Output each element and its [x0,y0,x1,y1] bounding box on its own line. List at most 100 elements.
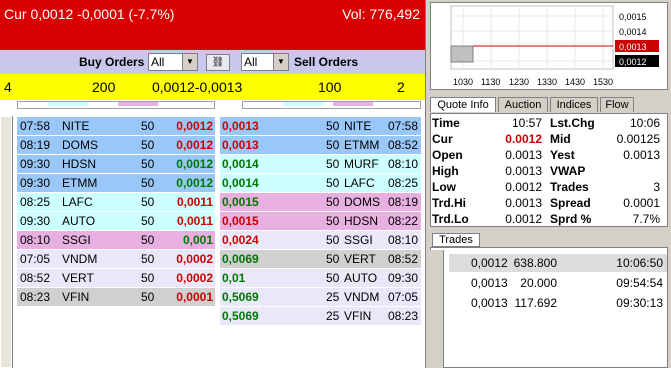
trade-row[interactable]: 0,0013 20.000 09:54:54 [449,274,667,292]
buy-order-row[interactable]: 07:05 VNDM 50 0,0002 [17,250,215,268]
order-price: 0,0012 [176,138,213,152]
buy-order-row[interactable]: 08:25 LAFC 50 0,0011 [17,193,215,211]
x-tick-label: 1130 [481,77,500,87]
order-time: 08:52 [387,252,418,266]
sell-order-row[interactable]: 0,0015 50 DOMS 08:19 [220,193,421,211]
price-candle [450,45,474,63]
sell-order-row[interactable]: 0,0069 50 VERT 08:52 [220,250,421,268]
order-time: 07:58 [387,119,418,133]
depth-segment [48,102,88,106]
sell-orders-label: Sell Orders [294,55,359,69]
order-time: 08:10 [20,233,51,247]
order-size: 50 [326,157,340,171]
tab-indices[interactable]: Indices [550,97,598,112]
market-maker: LAFC [344,176,375,190]
sell-order-row[interactable]: 0,5069 25 VNDM 07:05 [220,288,421,306]
tab-trades[interactable]: Trades [432,233,480,247]
buy-order-row[interactable]: 09:30 AUTO 50 0,0011 [17,212,215,230]
quote-value: 10:57 [511,116,542,130]
tab-auction[interactable]: Auction [498,97,548,112]
trade-row[interactable]: 0,0012 638.800 10:06:50 [449,254,667,272]
sell-order-row[interactable]: 0,0014 50 LAFC 08:25 [220,174,421,192]
order-size: 50 [141,271,155,285]
sell-order-row[interactable]: 0,0013 50 NITE 07:58 [220,117,421,135]
quote-info-grid: Time 10:57 Lst.Chg 10:06 Cur 0.0012 Mid 0.00125… [430,113,668,227]
buy-order-row[interactable]: 08:19 DOMS 50 0,0012 [17,136,215,154]
trade-volume: 638.800 [513,256,557,270]
order-price: 0,0015 [222,195,259,209]
buy-order-row[interactable]: 08:23 VFIN 50 0,0001 [17,288,215,306]
order-price: 0,0002 [176,252,213,266]
order-time: 08:19 [20,138,51,152]
buy-order-row[interactable]: 09:30 ETMM 50 0,0012 [17,174,215,192]
link-icon[interactable]: ⛓ [206,54,230,71]
current-price-title: Cur 0,0012 -0,0001 (-7.7%) [4,6,175,22]
order-price: 0,0013 [222,119,259,133]
market-maker: VERT [62,271,94,285]
market-maker: SSGI [62,233,91,247]
order-book-scrollbar[interactable] [0,116,13,368]
order-price: 0,0014 [222,176,259,190]
sell-order-row[interactable]: 0,5069 25 VFIN 08:23 [220,307,421,325]
order-size: 50 [141,138,155,152]
order-time: 08:52 [20,271,51,285]
market-maker: VFIN [62,290,90,304]
quote-value: 3 [653,180,660,194]
sell-order-row[interactable]: 0,0013 50 ETMM 08:52 [220,136,421,154]
order-time: 07:05 [387,290,418,304]
trade-time: 09:30:13 [616,296,663,310]
quote-label: Sprd % [550,212,592,226]
trade-time: 09:54:54 [616,276,663,290]
sell-order-row[interactable]: 0,0015 50 HDSN 08:22 [220,212,421,230]
bid-count: 4 [4,79,12,95]
y-tick-label: 0,0012 [615,55,659,67]
sell-order-row[interactable]: 0,0024 50 SSGI 08:10 [220,231,421,249]
quote-row: Time 10:57 Lst.Chg 10:06 [431,115,669,131]
order-price: 0,0011 [176,214,213,228]
sell-filter-select[interactable]: All ▼ [241,53,289,71]
tab-flow[interactable]: Flow [600,97,634,112]
order-price: 0,0012 [176,176,213,190]
bid-ask: 0,0012-0,0013 [152,79,243,95]
quote-label: Trd.Hi [432,196,467,210]
tab-quote-info[interactable]: Quote Info [430,97,496,112]
order-price: 0,5069 [222,290,259,304]
scrollbar-thumb[interactable] [0,116,12,368]
order-price: 0,0011 [176,195,213,209]
buy-order-row[interactable]: 09:30 HDSN 50 0,0012 [17,155,215,173]
quote-label: Trd.Lo [432,212,469,226]
market-maker: VERT [344,252,376,266]
trades-scrollbar[interactable] [430,250,444,368]
intraday-chart: 0,0015 0,0014 0,0013 0,0012 1030 1130 1230 133… [430,2,668,90]
trade-price: 0,0012 [471,256,508,270]
buy-order-row[interactable]: 08:10 SSGI 50 0,001 [17,231,215,249]
quote-value: 0.0013 [505,148,542,162]
y-tick-text: 0,0013 [619,42,647,52]
x-tick-label: 1330 [537,77,557,87]
market-maker: ETMM [62,176,98,190]
order-price: 0,0012 [176,157,213,171]
quote-row: Trd.Hi 0.0013 Spread 0.0001 [431,195,669,211]
sell-order-row[interactable]: 0,0014 50 MURF 08:10 [220,155,421,173]
trade-row[interactable]: 0,0013 117.692 09:30:13 [449,294,667,312]
order-size: 50 [141,157,155,171]
order-size: 25 [326,309,340,323]
buy-order-row[interactable]: 08:52 VERT 50 0,0002 [17,269,215,287]
trade-price: 0,0013 [471,296,508,310]
quote-value: 0.0001 [623,196,660,210]
market-maker: NITE [344,119,372,133]
y-tick-text: 0,0012 [619,57,647,67]
quote-row: Low 0.0012 Trades 3 [431,179,669,195]
order-size: 50 [141,119,155,133]
sell-order-row[interactable]: 0,01 50 AUTO 09:30 [220,269,421,287]
order-time: 08:10 [387,157,418,171]
order-size: 50 [326,214,340,228]
buy-order-row[interactable]: 07:58 NITE 50 0,0012 [17,117,215,135]
buy-filter-select[interactable]: All ▼ [148,53,198,71]
bid-size: 200 [92,79,116,95]
quote-label: Low [432,180,456,194]
order-price: 0,001 [182,233,213,247]
quote-label: Yest [550,148,575,162]
buy-depth-bar [17,101,215,109]
order-time: 08:23 [387,309,418,323]
